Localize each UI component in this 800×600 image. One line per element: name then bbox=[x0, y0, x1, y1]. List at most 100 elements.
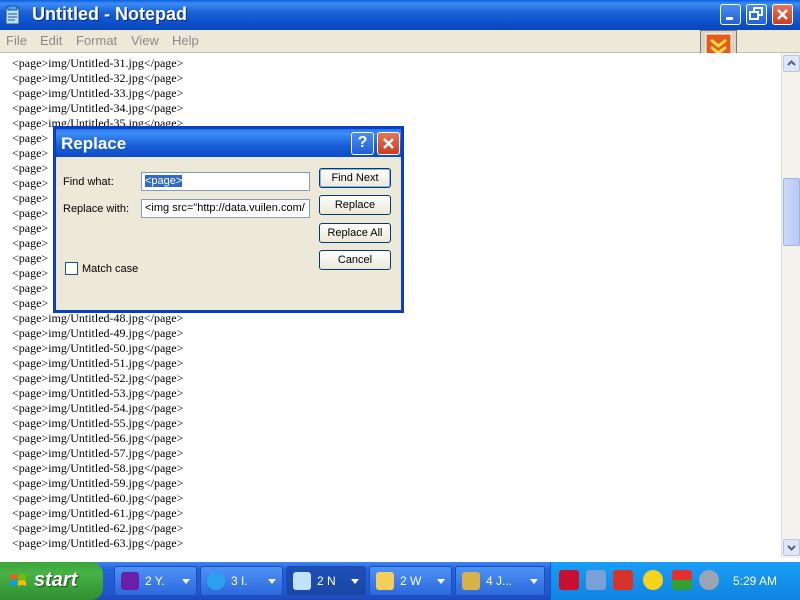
menu-edit[interactable]: Edit bbox=[40, 33, 62, 48]
menu-format[interactable]: Format bbox=[76, 33, 117, 48]
clock: 5:29 AM bbox=[733, 574, 778, 588]
taskbar-group-explorer[interactable]: 2 W bbox=[369, 566, 452, 596]
text-line: <page> bbox=[12, 236, 49, 250]
match-case-label: Match case bbox=[82, 263, 139, 275]
taskbar-group-label: 2 W bbox=[400, 574, 422, 588]
find-what-value: <page> bbox=[145, 175, 183, 187]
text-line: <page> bbox=[12, 221, 49, 235]
menu-view[interactable]: View bbox=[131, 33, 159, 48]
text-line: <page> bbox=[12, 131, 49, 145]
text-line: <page>img/Untitled-55.jpg</page> bbox=[12, 416, 184, 430]
taskbar: start 2 Y. 3 I. 2 N 2 W 4 J... 5:29 AM bbox=[0, 562, 800, 600]
folder-icon bbox=[376, 572, 394, 590]
text-line: <page>img/Untitled-54.jpg</page> bbox=[12, 401, 184, 415]
text-line: <page>img/Untitled-31.jpg</page> bbox=[12, 56, 184, 70]
replace-button[interactable]: Replace bbox=[319, 195, 391, 215]
dialog-title: Replace bbox=[61, 134, 127, 153]
notepad-icon bbox=[293, 572, 311, 590]
scroll-down-button[interactable] bbox=[783, 539, 800, 556]
internet-explorer-icon bbox=[207, 572, 225, 590]
minimize-icon bbox=[726, 17, 733, 20]
sync-arrows-icon[interactable] bbox=[672, 570, 692, 590]
taskbar-group-label: 3 I. bbox=[231, 574, 248, 588]
help-button[interactable]: ? bbox=[351, 132, 374, 155]
menu-file[interactable]: File bbox=[6, 33, 27, 48]
chevron-down-icon bbox=[182, 579, 190, 584]
taskbar-group-label: 2 N bbox=[317, 574, 336, 588]
text-line: <page>img/Untitled-49.jpg</page> bbox=[12, 326, 184, 340]
match-case-checkbox[interactable] bbox=[65, 262, 78, 275]
text-line: <page>img/Untitled-58.jpg</page> bbox=[12, 461, 184, 475]
text-line: <page>img/Untitled-33.jpg</page> bbox=[12, 86, 184, 100]
find-what-input[interactable]: <page> bbox=[141, 172, 310, 191]
chevron-down-icon bbox=[530, 579, 538, 584]
start-button[interactable]: start bbox=[0, 562, 103, 600]
chevron-up-icon bbox=[787, 60, 796, 66]
chevron-down-icon bbox=[787, 545, 796, 551]
replace-with-label: Replace with: bbox=[63, 203, 130, 215]
text-line: <page> bbox=[12, 266, 49, 280]
text-line: <page>img/Untitled-61.jpg</page> bbox=[12, 506, 184, 520]
window-titlebar[interactable]: Untitled - Notepad bbox=[0, 0, 800, 30]
text-line: <page>img/Untitled-62.jpg</page> bbox=[12, 521, 184, 535]
replace-with-value: <img src="http://data.vuilen.com/ bbox=[145, 202, 305, 214]
text-line: <page> bbox=[12, 281, 49, 295]
replace-all-button[interactable]: Replace All bbox=[319, 223, 391, 243]
dialog-close-button[interactable] bbox=[377, 132, 400, 155]
start-label: start bbox=[34, 569, 78, 591]
text-line: <page>img/Untitled-59.jpg</page> bbox=[12, 476, 184, 490]
paint-icon bbox=[462, 572, 480, 590]
find-next-button[interactable]: Find Next bbox=[319, 168, 391, 188]
window-title: Untitled - Notepad bbox=[32, 4, 187, 24]
close-icon bbox=[777, 9, 788, 20]
text-line: <page>img/Untitled-57.jpg</page> bbox=[12, 446, 184, 460]
scroll-up-button[interactable] bbox=[783, 55, 800, 72]
download-manager-icon[interactable] bbox=[613, 570, 633, 590]
text-line: <page> bbox=[12, 251, 49, 265]
restore-icon bbox=[749, 7, 763, 20]
menu-bar: File Edit Format View Help bbox=[0, 30, 800, 53]
close-icon bbox=[383, 138, 394, 149]
taskbar-group-label: 4 J... bbox=[486, 574, 513, 588]
text-line: <page>img/Untitled-51.jpg</page> bbox=[12, 356, 184, 370]
menu-help[interactable]: Help bbox=[172, 33, 199, 48]
windows-logo-icon bbox=[10, 574, 26, 586]
replace-dialog: Replace ? Find what: <page> Replace with… bbox=[53, 126, 404, 313]
text-line: <page> bbox=[12, 176, 49, 190]
network-icon[interactable] bbox=[586, 570, 606, 590]
text-line: <page> bbox=[12, 146, 49, 160]
yahoo-messenger-icon bbox=[121, 572, 139, 590]
text-line: <page>img/Untitled-52.jpg</page> bbox=[12, 371, 184, 385]
text-line: <page>img/Untitled-48.jpg</page> bbox=[12, 311, 184, 325]
taskbar-group-yahoo[interactable]: 2 Y. bbox=[114, 566, 197, 596]
text-line: <page>img/Untitled-34.jpg</page> bbox=[12, 101, 184, 115]
text-line: <page> bbox=[12, 161, 49, 175]
text-line: <page> bbox=[12, 191, 49, 205]
replace-with-input[interactable]: <img src="http://data.vuilen.com/ bbox=[141, 199, 310, 218]
text-line: <page>img/Untitled-32.jpg</page> bbox=[12, 71, 184, 85]
cancel-button[interactable]: Cancel bbox=[319, 250, 391, 270]
chevron-down-icon bbox=[437, 579, 445, 584]
text-line: <page>img/Untitled-60.jpg</page> bbox=[12, 491, 184, 505]
text-line: <page>img/Untitled-63.jpg</page> bbox=[12, 536, 184, 550]
yahoo-smiley-icon[interactable] bbox=[643, 570, 663, 590]
minimize-button[interactable] bbox=[720, 4, 741, 25]
dialog-titlebar[interactable]: Replace ? bbox=[56, 129, 401, 157]
speaker-icon[interactable] bbox=[699, 570, 719, 590]
taskbar-group-notepad[interactable]: 2 N bbox=[286, 566, 366, 596]
taskbar-group-ie[interactable]: 3 I. bbox=[200, 566, 283, 596]
chevron-down-icon bbox=[268, 579, 276, 584]
taskbar-group-paint[interactable]: 4 J... bbox=[455, 566, 545, 596]
vertical-scrollbar[interactable] bbox=[781, 53, 800, 558]
notepad-icon bbox=[5, 5, 20, 25]
taskbar-group-label: 2 Y. bbox=[145, 574, 165, 588]
v-antivirus-icon[interactable] bbox=[559, 570, 579, 590]
text-line: <page> bbox=[12, 206, 49, 220]
restore-button[interactable] bbox=[746, 4, 767, 25]
text-line: <page>img/Untitled-56.jpg</page> bbox=[12, 431, 184, 445]
scroll-thumb[interactable] bbox=[783, 178, 800, 246]
chevron-down-icon bbox=[351, 579, 359, 584]
text-line: <page>img/Untitled-50.jpg</page> bbox=[12, 341, 184, 355]
text-line: <page>img/Untitled-53.jpg</page> bbox=[12, 386, 184, 400]
close-button[interactable] bbox=[772, 4, 793, 25]
